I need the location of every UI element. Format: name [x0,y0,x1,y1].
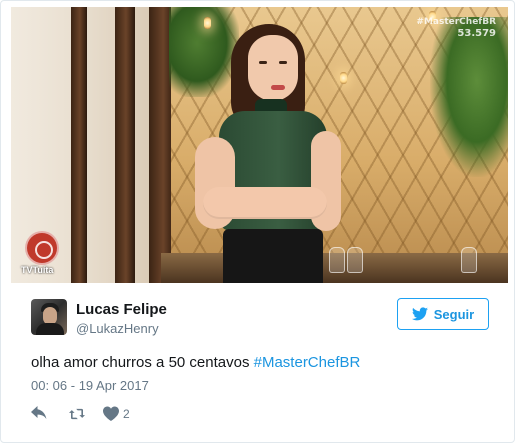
reply-button[interactable] [31,406,47,422]
pendant-lamp [340,72,347,84]
author-handle[interactable]: @LukazHenry [76,321,159,336]
eye [279,61,287,64]
channel-logo-icon [25,231,59,265]
like-count: 2 [123,407,130,421]
face [248,35,298,101]
eye [259,61,267,64]
author-display-name[interactable]: Lucas Felipe [76,301,167,318]
heart-icon [103,406,119,421]
retweet-button[interactable] [69,406,85,422]
tweet-body: olha amor churros a 50 centavos [31,354,250,371]
broadcast-watermark: #MasterChefBR 53.579 [416,17,496,39]
tweet-timestamp[interactable]: 00: 06 - 19 Apr 2017 [31,378,149,393]
plant [430,17,508,177]
tweet-actions: 2 [31,405,130,423]
woman-figure [181,19,341,283]
twitter-bird-icon [411,307,428,321]
follow-button[interactable]: Seguir [397,298,489,330]
wood-beam [115,7,135,283]
watermark-count: 53.579 [457,28,496,39]
wood-beam [71,7,87,283]
lips [271,85,285,90]
black-skirt [223,229,323,283]
tweet-card: #MasterChefBR 53.579 TVTuíta Lucas Felip… [0,0,515,443]
crossed-arms [203,187,327,219]
reply-icon [31,406,47,419]
tweet-hashtag-link[interactable]: #MasterChefBR [254,354,361,371]
wine-glass [461,247,477,273]
avatar[interactable] [31,299,67,335]
wine-glass [347,247,363,273]
follow-button-label: Seguir [433,306,475,322]
tweet-text: olha amor churros a 50 centavos #MasterC… [31,354,360,371]
tweet-media-image[interactable]: #MasterChefBR 53.579 TVTuíta [11,7,508,283]
like-button[interactable]: 2 [103,406,130,422]
watermark-hashtag: #MasterChefBR [416,17,496,27]
retweet-icon [69,408,85,420]
channel-logo-text: TVTuíta [21,265,54,275]
